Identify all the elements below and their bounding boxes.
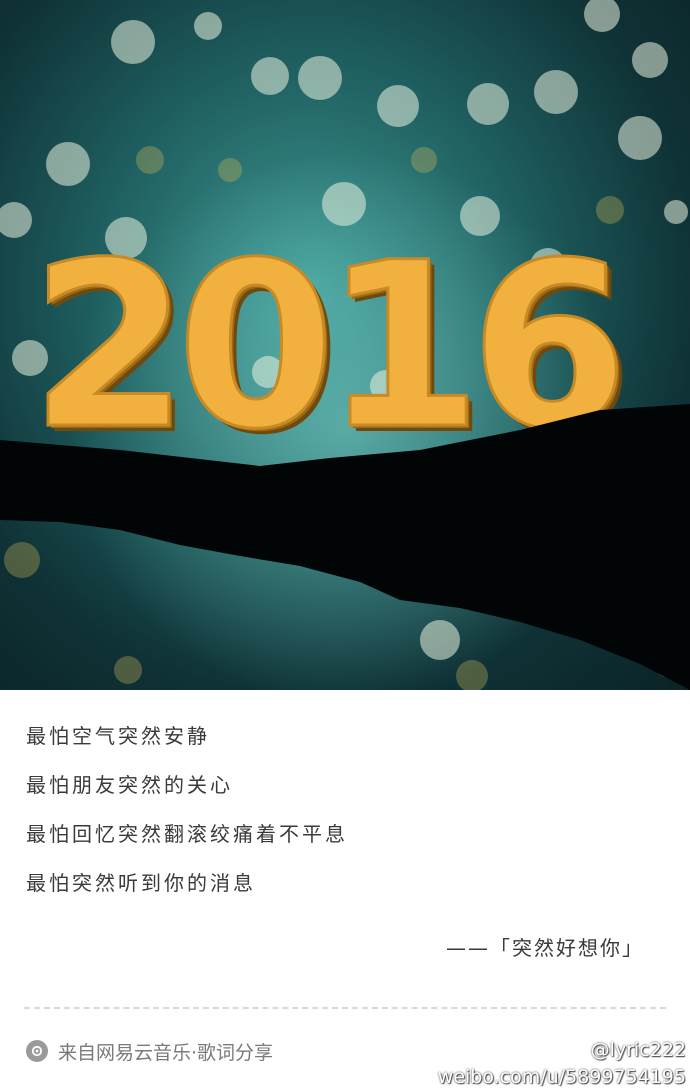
lyric-line: 最怕突然听到你的消息 bbox=[26, 871, 256, 895]
song-attribution: ——「突然好想你」 bbox=[446, 936, 644, 960]
lyric-line: 最怕朋友突然的关心 bbox=[26, 773, 233, 797]
weibo-icon bbox=[551, 1036, 585, 1064]
dashed-divider bbox=[24, 1007, 666, 1009]
weibo-url: weibo.com/u/5899754195 bbox=[437, 1066, 686, 1088]
lyric-line: 最怕空气突然安静 bbox=[26, 724, 210, 748]
source-footer: 来自网易云音乐·歌词分享 bbox=[26, 1036, 273, 1066]
lyrics-block: 最怕空气突然安静 最怕朋友突然的关心 最怕回忆突然翻滚绞痛着不平息 最怕突然听到… bbox=[26, 712, 348, 908]
cover-image: 2016 bbox=[0, 0, 690, 690]
netease-music-icon bbox=[26, 1040, 48, 1062]
branch-silhouette bbox=[0, 404, 690, 690]
source-text: 来自网易云音乐·歌词分享 bbox=[58, 1041, 274, 1064]
weibo-handle: @lyric222 bbox=[590, 1039, 686, 1061]
weibo-watermark: @lyric222 weibo.com/u/5899754195 bbox=[438, 1036, 686, 1090]
lyric-line: 最怕回忆突然翻滚绞痛着不平息 bbox=[26, 822, 348, 846]
